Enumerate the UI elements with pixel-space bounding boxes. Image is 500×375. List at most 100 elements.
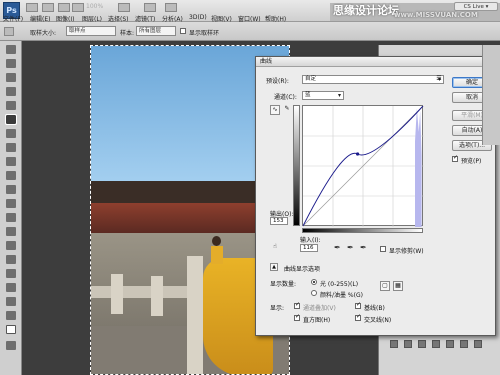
quick-select-tool-icon[interactable] (6, 87, 16, 96)
menu-bar: Ps 100% 文件(F) 编辑(E) 图像(I) 图层(L) 选择(S) 滤镜… (0, 0, 500, 23)
zoom-tool-icon[interactable] (72, 3, 84, 12)
hand-tool-icon[interactable] (118, 3, 130, 12)
display-amount-label: 显示数量: (270, 281, 297, 288)
input-label: 输入(I): (300, 237, 321, 244)
edit-points-icon[interactable]: ∿ (270, 105, 280, 115)
preview-label: 预览(P) (461, 158, 482, 165)
foreground-color-swatch[interactable] (6, 325, 16, 334)
photo-model-torso (211, 246, 223, 264)
dodge-tool-icon[interactable] (6, 227, 16, 236)
preset-menu-icon[interactable]: ☰ (434, 75, 444, 84)
sample-select[interactable]: 所有图层 (136, 26, 176, 36)
baseline-label: 基线(B) (364, 305, 385, 312)
watermark-text: 思缘设计论坛 (333, 4, 399, 17)
light-radio[interactable] (311, 279, 317, 285)
photo-pillar (111, 274, 123, 314)
zoom-level[interactable]: 100% (86, 3, 103, 10)
show-sampling-ring-label: 显示取样环 (189, 30, 220, 37)
collapsed-panel-dock (482, 45, 500, 145)
show-clipping-label: 显示修剪(W) (389, 248, 424, 255)
grid-detailed-icon[interactable]: ▦ (393, 281, 403, 291)
light-option-label: 光 (0-255)(L) (320, 281, 359, 288)
pigment-option-label: 颜料/油墨 %(G) (320, 292, 363, 299)
curves-dialog: 曲线 × 预设(R): 自定 ☰ 通道(C): 蓝 ∿ ✎ 输出(O): 153… (255, 56, 496, 336)
show-clipping-checkbox[interactable] (380, 246, 386, 252)
curve-points (355, 152, 360, 156)
bridge-icon[interactable] (26, 3, 38, 12)
channel-label: 通道(C): (274, 94, 297, 101)
curve-options-label: 曲线显示选项 (284, 266, 321, 273)
pigment-radio[interactable] (311, 290, 317, 296)
sample-size-select[interactable]: 取样点 (66, 26, 116, 36)
new-layer-icon[interactable] (460, 340, 468, 348)
draw-pencil-icon[interactable]: ✎ (282, 105, 292, 115)
target-adjust-icon[interactable]: ☝ (270, 243, 280, 253)
history-brush-tool-icon[interactable] (6, 171, 16, 180)
histogram-fill (415, 108, 422, 227)
preset-select[interactable]: 自定 (302, 75, 444, 84)
type-tool-icon[interactable] (6, 255, 16, 264)
adjustment-layer-icon[interactable] (432, 340, 440, 348)
brush-tool-icon[interactable] (6, 143, 16, 152)
output-value-field[interactable]: 153 (270, 217, 288, 225)
curve-control-point (355, 152, 360, 156)
blur-tool-icon[interactable] (6, 213, 16, 222)
mini-bridge-icon[interactable] (42, 3, 54, 12)
eyedropper-tool-icon[interactable] (5, 114, 17, 125)
layer-style-icon[interactable] (404, 340, 412, 348)
move-tool-icon[interactable] (6, 45, 16, 54)
black-point-eyedropper-icon[interactable]: ✒ (334, 244, 343, 253)
3d-rotate-tool-icon[interactable] (6, 297, 16, 306)
view-extras-icon[interactable] (58, 3, 70, 12)
intersection-label: 交叉线(N) (364, 317, 392, 324)
marquee-tool-icon[interactable] (6, 59, 16, 68)
quick-mask-icon[interactable] (6, 341, 16, 350)
gradient-tool-icon[interactable] (6, 199, 16, 208)
menu-3d[interactable]: 3D(D) (189, 14, 207, 21)
show-sampling-ring-checkbox[interactable] (180, 28, 186, 34)
healing-brush-tool-icon[interactable] (6, 129, 16, 138)
watermark-url: www.MISSVUAN.COM (394, 11, 478, 19)
show-label: 显示: (270, 305, 285, 312)
lasso-tool-icon[interactable] (6, 73, 16, 82)
eraser-tool-icon[interactable] (6, 185, 16, 194)
crop-tool-icon[interactable] (6, 101, 16, 110)
path-select-tool-icon[interactable] (6, 269, 16, 278)
eyedropper-tool-icon[interactable] (4, 27, 14, 36)
dialog-title: 曲线 (256, 57, 495, 67)
intersection-checkbox[interactable] (355, 313, 361, 321)
channel-select[interactable]: 蓝 (302, 91, 344, 100)
options-bar: 取样大小: 取样点 样本: 所有图层 显示取样环 (0, 22, 500, 41)
screen-mode-icon[interactable] (165, 3, 177, 12)
output-gradient-bar (293, 105, 300, 226)
link-layers-icon[interactable] (390, 340, 398, 348)
histogram-checkbox[interactable] (294, 313, 300, 321)
channel-overlay-label: 通道叠加(V) (303, 305, 336, 312)
preset-label: 预设(R): (266, 78, 289, 85)
histogram-label: 直方图(H) (303, 317, 331, 324)
hand-tool-icon[interactable] (6, 311, 16, 320)
channel-overlay-checkbox[interactable] (294, 301, 300, 309)
add-mask-icon[interactable] (418, 340, 426, 348)
cs-live-button[interactable]: CS Live ▾ (454, 2, 498, 11)
photo-pillar (187, 256, 203, 374)
pen-tool-icon[interactable] (6, 241, 16, 250)
delete-layer-icon[interactable] (474, 340, 482, 348)
photo-pillar (151, 276, 163, 316)
photo-model-head (212, 236, 221, 246)
arrange-documents-icon[interactable] (144, 3, 156, 12)
expand-options-icon[interactable]: ▲ (270, 263, 278, 271)
white-point-eyedropper-icon[interactable]: ✒ (360, 244, 369, 253)
input-gradient-bar (302, 228, 423, 233)
preview-checkbox[interactable] (452, 154, 458, 162)
curve-graph[interactable] (302, 105, 424, 227)
sample-size-label: 取样大小: (30, 30, 57, 37)
tools-panel (0, 41, 22, 375)
gray-point-eyedropper-icon[interactable]: ✒ (347, 244, 356, 253)
input-value-field[interactable]: 116 (300, 244, 318, 252)
baseline-checkbox[interactable] (355, 301, 361, 309)
grid-simple-icon[interactable]: ▢ (380, 281, 390, 291)
shape-tool-icon[interactable] (6, 283, 16, 292)
clone-stamp-tool-icon[interactable] (6, 157, 16, 166)
new-group-icon[interactable] (446, 340, 454, 348)
